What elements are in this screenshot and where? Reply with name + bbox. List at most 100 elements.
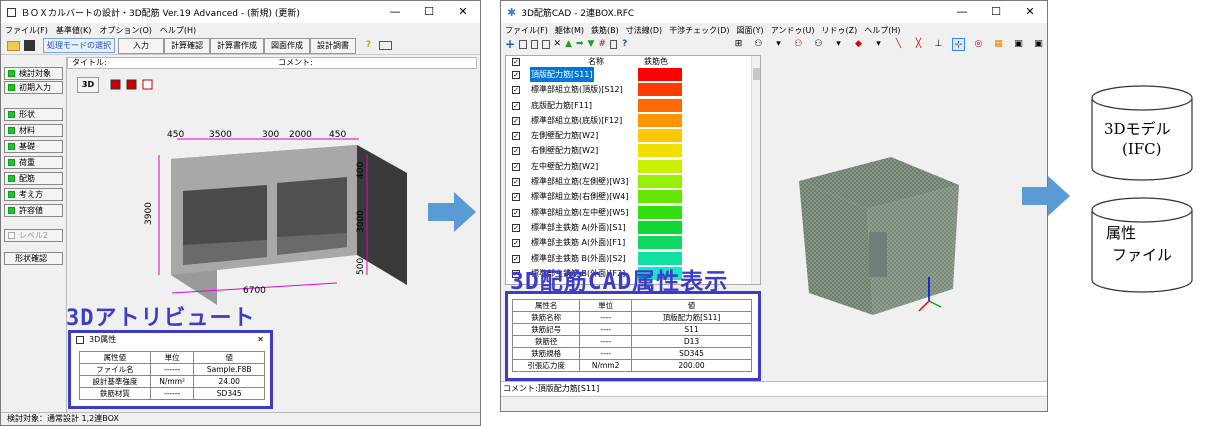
list-item[interactable]: ✓ 標準部組立筋(右側壁)[W4] xyxy=(506,189,760,204)
side-allowable[interactable]: 許容値 xyxy=(4,204,63,217)
select-all-icon[interactable]: ⊞ xyxy=(732,38,745,51)
rebar-color-swatch[interactable] xyxy=(638,220,682,234)
rebar-color-swatch[interactable] xyxy=(638,98,682,112)
checkbox[interactable]: ✓ xyxy=(512,86,520,95)
cube-white-icon[interactable] xyxy=(141,77,155,91)
checkbox[interactable]: ✓ xyxy=(512,147,520,156)
header-check[interactable]: ✓ xyxy=(512,58,520,66)
rebar-color-swatch[interactable] xyxy=(638,159,682,173)
cad-maximize-button[interactable]: ☐ xyxy=(979,1,1013,23)
camera-2-icon[interactable]: ▣ xyxy=(1032,38,1045,51)
checkbox[interactable]: ✓ xyxy=(512,132,520,141)
cad-menu-undo[interactable]: アンドゥ(U) xyxy=(771,25,815,36)
save-icon[interactable] xyxy=(24,40,35,51)
list-item[interactable]: ✓ 左中壁配力筋[W2] xyxy=(506,159,760,174)
move-up-icon[interactable]: ▲ xyxy=(565,38,572,51)
list-item[interactable]: ✓ 標準部組立筋(左側壁)[W3] xyxy=(506,174,760,189)
rebar-color-swatch[interactable] xyxy=(638,68,682,81)
tab-calc-check[interactable]: 計算確認 xyxy=(164,37,210,54)
minimize-button[interactable]: — xyxy=(378,1,412,23)
grid-icon[interactable]: # xyxy=(598,38,606,51)
tab-report[interactable]: 計算書作成 xyxy=(210,37,264,54)
scrollbar-thumb[interactable] xyxy=(753,68,760,80)
rebar-color-swatch[interactable] xyxy=(638,144,682,158)
tab-drawing[interactable]: 図面作成 xyxy=(264,37,310,54)
camera-icon[interactable]: ▣ xyxy=(1012,38,1025,51)
palette-icon[interactable]: ▦ xyxy=(992,38,1005,51)
target-icon[interactable]: ◎ xyxy=(972,38,985,51)
dropdown-icon[interactable]: ▾ xyxy=(772,38,785,51)
move-down-icon[interactable]: ▼ xyxy=(588,38,595,51)
side-initial-input[interactable]: 初期入力 xyxy=(4,81,63,94)
dropdown-2-icon[interactable]: ▾ xyxy=(832,38,845,51)
maximize-button[interactable]: ☐ xyxy=(412,1,446,23)
dropdown-3-icon[interactable]: ▾ xyxy=(872,38,885,51)
cad-menu-dimension[interactable]: 寸法線(D) xyxy=(626,25,662,36)
cad-menu-drawing[interactable]: 図面(Y) xyxy=(737,25,764,36)
add-icon[interactable]: + xyxy=(505,38,515,51)
checkbox[interactable]: ✓ xyxy=(512,162,520,171)
cad-menu-body[interactable]: 躯体(M) xyxy=(555,25,584,36)
list-item[interactable]: ✓ 標準部組立筋(頂版)[S12] xyxy=(506,82,760,97)
cad-menu-help[interactable]: ヘルプ(H) xyxy=(864,25,900,36)
list-item[interactable]: ✓ 底版配力筋[F11] xyxy=(506,98,760,113)
checkbox[interactable]: ✓ xyxy=(512,193,520,202)
table-icon[interactable] xyxy=(519,40,527,49)
copy-icon[interactable] xyxy=(542,40,550,49)
attr-panel-close[interactable]: ✕ xyxy=(257,333,264,347)
cad-menu-rebar[interactable]: 鉄筋(B) xyxy=(591,25,619,36)
rebar-color-swatch[interactable] xyxy=(638,129,682,143)
cad-menu-interference[interactable]: 干渉チェック(D) xyxy=(669,25,729,36)
cad-close-button[interactable]: ✕ xyxy=(1013,1,1047,23)
side-material[interactable]: 材料 xyxy=(4,124,63,137)
cad-menu-file[interactable]: ファイル(F) xyxy=(505,25,548,36)
delete-icon[interactable]: ✕ xyxy=(554,38,562,51)
tab-survey[interactable]: 設計調書 xyxy=(310,37,356,54)
checkbox[interactable]: ✓ xyxy=(512,208,520,217)
list-icon[interactable] xyxy=(530,40,539,49)
tab-input[interactable]: 入力 xyxy=(118,37,164,54)
side-level2[interactable]: レベル2 xyxy=(4,229,63,242)
checkbox[interactable]: ✓ xyxy=(512,71,520,79)
menu-kijunchi[interactable]: 基準値(K) xyxy=(56,25,92,36)
menu-option[interactable]: オプション(O) xyxy=(99,25,152,36)
menu-help[interactable]: ヘルプ(H) xyxy=(160,25,196,36)
view-3d-button[interactable]: 3D xyxy=(77,77,99,93)
list-scrollbar[interactable] xyxy=(751,56,760,284)
side-shape[interactable]: 形状 xyxy=(4,108,63,121)
list-item[interactable]: ✓ 標準部主鉄筋 A(外面)[F1] xyxy=(506,235,760,250)
help-icon[interactable]: ? xyxy=(621,38,627,51)
open-folder-icon[interactable] xyxy=(7,40,20,51)
cross-tool-icon[interactable]: ╳ xyxy=(912,38,925,51)
binoculars-2-icon[interactable]: ⚇ xyxy=(812,38,825,51)
checkbox[interactable]: ✓ xyxy=(512,223,520,232)
checkbox[interactable]: ✓ xyxy=(512,101,520,110)
cube-red-icon-2[interactable] xyxy=(125,77,139,91)
side-load[interactable]: 荷重 xyxy=(4,156,63,169)
checkbox[interactable]: ✓ xyxy=(512,116,520,125)
line-tool-icon[interactable]: ╲ xyxy=(892,38,905,51)
rebar-color-swatch[interactable] xyxy=(638,205,682,219)
side-rebar[interactable]: 配筋 xyxy=(4,172,63,185)
list-item[interactable]: ✓ 標準部組立筋(底版)[F12] xyxy=(506,113,760,128)
shape-icon[interactable]: ◆ xyxy=(852,38,865,51)
list-item[interactable]: ✓ 標準部主鉄筋 A(外面)[S1] xyxy=(506,220,760,235)
close-button[interactable]: ✕ xyxy=(446,1,480,23)
side-shape-check[interactable]: 形状確認 xyxy=(4,252,63,265)
side-foundation[interactable]: 基礎 xyxy=(4,140,63,153)
binoculars-red-icon[interactable]: ⚇ xyxy=(792,38,805,51)
cube-red-icon[interactable] xyxy=(109,77,123,91)
rebar-color-swatch[interactable] xyxy=(638,83,682,97)
dim-tool-icon[interactable]: ⊥ xyxy=(932,38,945,51)
cad-menu-redo[interactable]: リドゥ(Z) xyxy=(821,25,857,36)
list-item[interactable]: ✓ 頂版配力筋[S11] xyxy=(506,67,760,82)
help-icon[interactable]: ? xyxy=(362,39,375,52)
side-check-target[interactable]: 検討対象 xyxy=(4,67,63,80)
rebar-color-swatch[interactable] xyxy=(638,175,682,189)
list-item[interactable]: ✓ 左側壁配力筋[W2] xyxy=(506,128,760,143)
print-icon[interactable] xyxy=(610,40,618,49)
pointer-icon[interactable]: ⊹ xyxy=(951,38,965,51)
rebar-color-swatch[interactable] xyxy=(638,190,682,204)
side-approach[interactable]: 考え方 xyxy=(4,188,63,201)
cube-icons[interactable] xyxy=(109,77,155,91)
